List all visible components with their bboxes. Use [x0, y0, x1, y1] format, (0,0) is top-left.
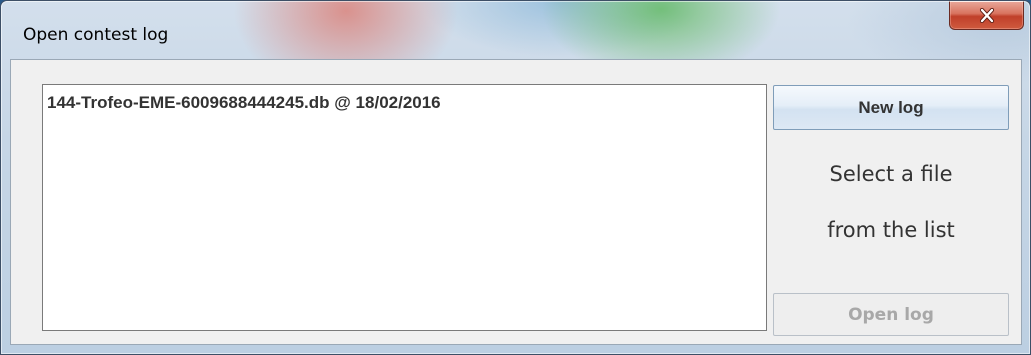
hint-text-line-1: Select a file: [829, 162, 953, 186]
close-icon: [979, 7, 995, 23]
file-list[interactable]: 144-Trofeo-EME-6009688444245.db @ 18/02/…: [42, 84, 767, 331]
open-log-button[interactable]: Open log: [773, 293, 1009, 336]
close-button[interactable]: [949, 1, 1024, 30]
dialog-content: 144-Trofeo-EME-6009688444245.db @ 18/02/…: [10, 59, 1022, 345]
list-item[interactable]: 144-Trofeo-EME-6009688444245.db @ 18/02/…: [47, 93, 441, 113]
hint-text-line-2: from the list: [827, 218, 955, 242]
window-title: Open contest log: [23, 25, 169, 45]
new-log-button[interactable]: New log: [773, 85, 1009, 130]
dialog-window: Open contest log 144-Trofeo-EME-60096884…: [0, 0, 1031, 355]
